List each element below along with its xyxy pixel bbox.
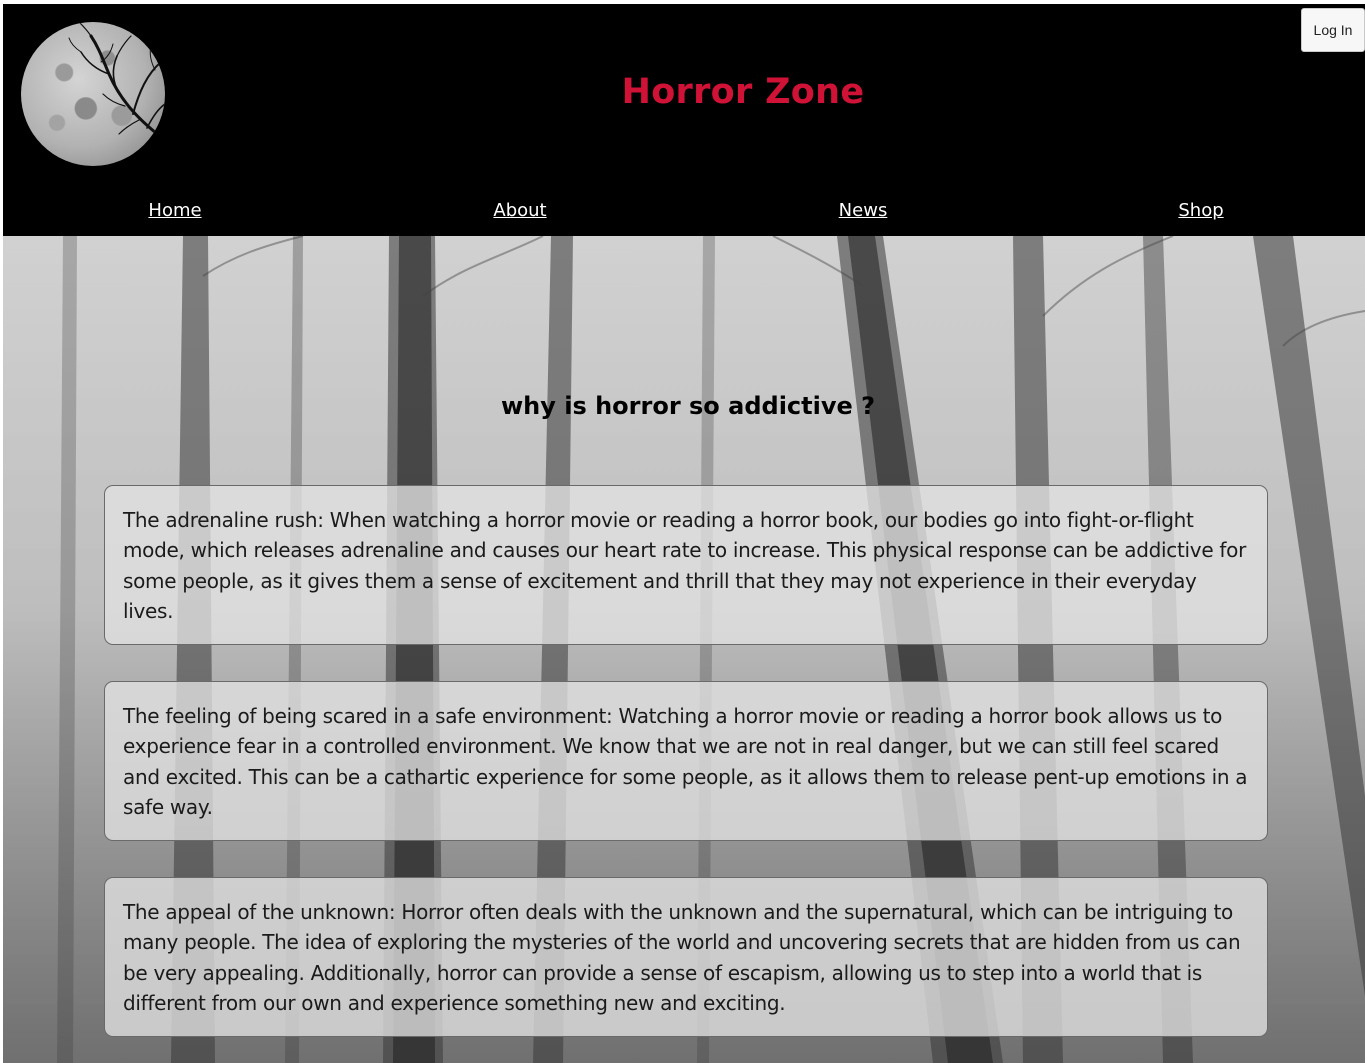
site-header: Horror Zone Home About News Shop Log In [3,4,1365,236]
site-title: Horror Zone [621,72,865,112]
card-text: The adrenaline rush: When watching a hor… [123,508,1246,623]
nav-link-news[interactable]: News [839,200,888,221]
info-card: The appeal of the unknown: Horror often … [104,877,1268,1038]
page-frame: Horror Zone Home About News Shop Log In [3,4,1365,1063]
card-text: The appeal of the unknown: Horror often … [123,900,1241,1015]
info-card: The feeling of being scared in a safe en… [104,681,1268,842]
section-heading: why is horror so addictive ? [500,392,876,420]
info-card: The adrenaline rush: When watching a hor… [104,485,1268,646]
login-button[interactable]: Log In [1301,8,1365,52]
main-content: why is horror so addictive ? The adrenal… [3,236,1365,1063]
nav-link-shop[interactable]: Shop [1178,200,1223,221]
main-nav: Home About News Shop [3,200,1365,230]
nav-link-home[interactable]: Home [148,200,201,221]
card-text: The feeling of being scared in a safe en… [123,704,1248,819]
nav-link-about[interactable]: About [493,200,546,221]
